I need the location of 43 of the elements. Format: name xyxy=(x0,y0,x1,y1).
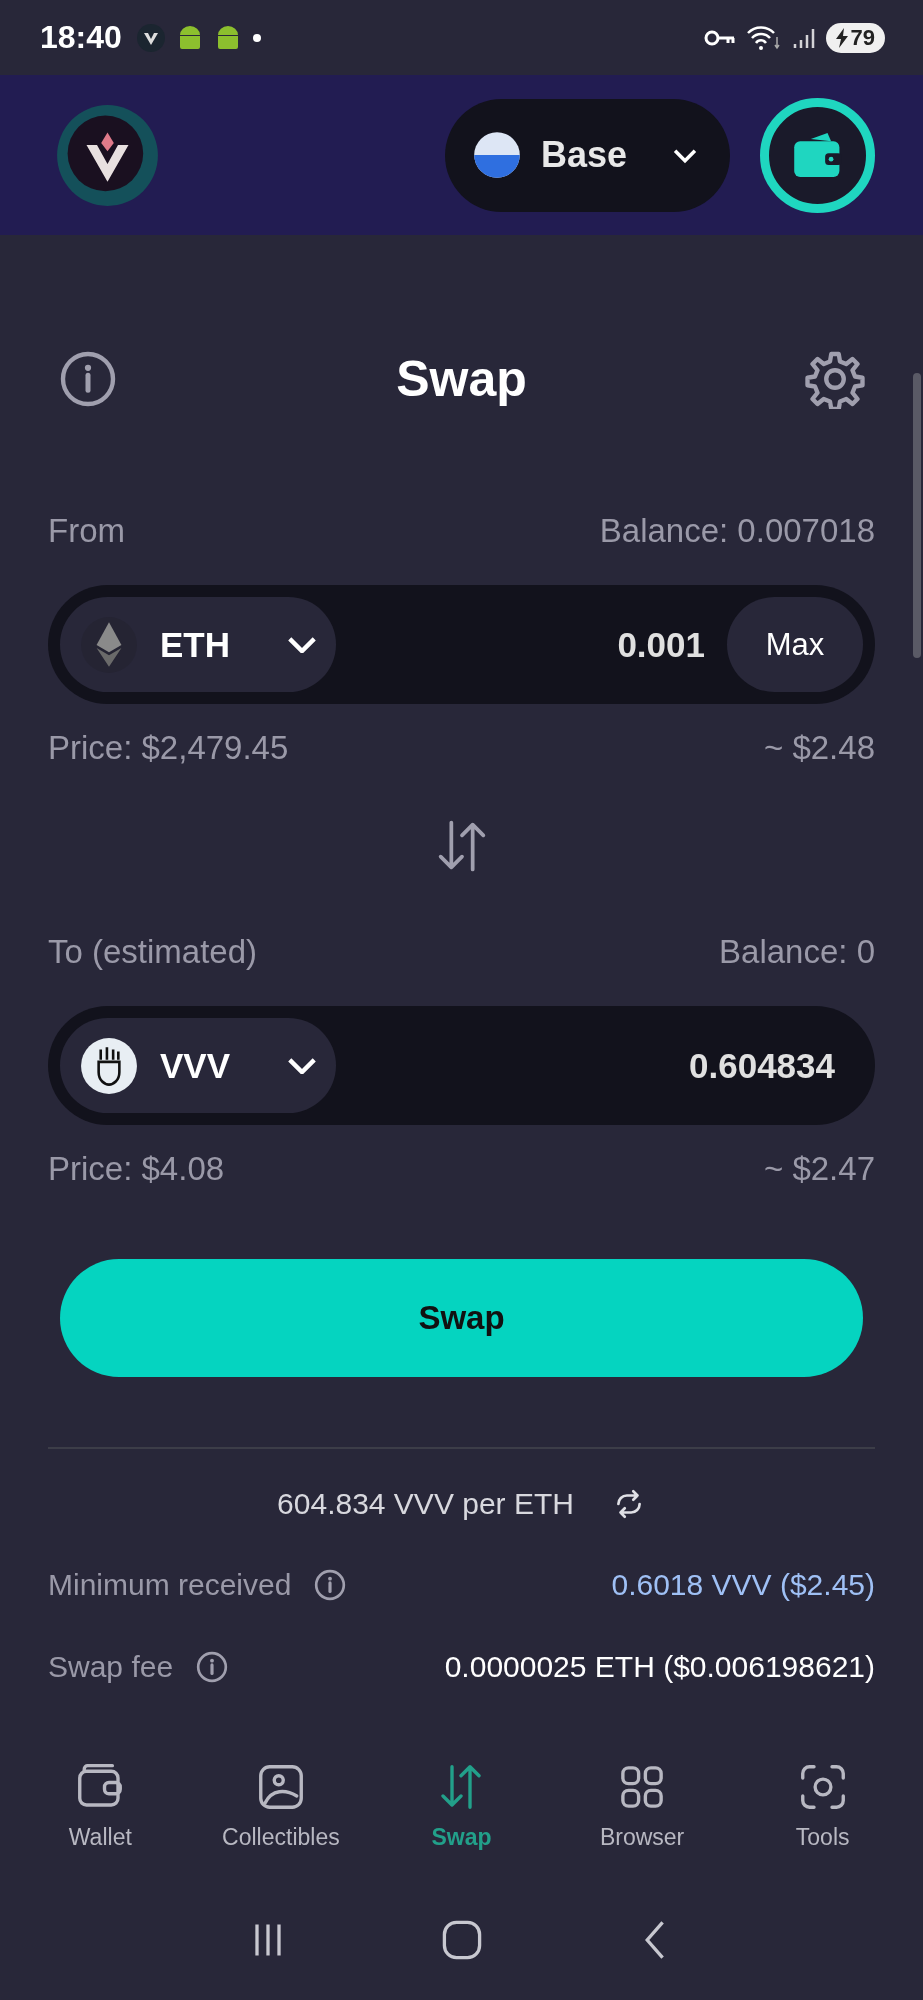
balance-text: Balance: 0 xyxy=(719,933,875,971)
network-selector[interactable]: Base xyxy=(445,98,730,212)
nav-tab[interactable]: Browser xyxy=(557,1760,728,1880)
detail-value: 0.6018 VVV ($2.45) xyxy=(611,1568,875,1602)
charging-icon xyxy=(835,27,848,48)
usd-value: ~ $2.47 xyxy=(763,1150,875,1188)
max-button[interactable]: Max xyxy=(727,597,863,692)
nav-tab[interactable]: Tools xyxy=(737,1760,908,1880)
exchange-rate: 604.834 VVV per ETH xyxy=(277,1487,574,1521)
amount-input[interactable]: VVV 0.604834 xyxy=(48,1006,875,1125)
token-selector[interactable]: ETH xyxy=(60,597,336,692)
token-selector[interactable]: VVV xyxy=(60,1018,336,1113)
info-icon[interactable] xyxy=(313,1568,348,1602)
page-title: Swap xyxy=(396,350,527,408)
amount-value: 0.001 xyxy=(616,624,706,665)
info-icon[interactable] xyxy=(195,1650,230,1684)
price-text: Price: $2,479.45 xyxy=(48,729,289,767)
wallet-icon xyxy=(793,133,842,177)
settings-icon[interactable] xyxy=(805,349,865,409)
ethereum-icon xyxy=(80,615,138,674)
section-label: To (estimated) xyxy=(48,933,258,971)
chevron-down-icon xyxy=(288,636,316,653)
base-network-icon xyxy=(473,131,521,179)
price-text: Price: $4.08 xyxy=(48,1150,225,1188)
battery-indicator: 79 xyxy=(825,22,885,53)
usd-value: ~ $2.48 xyxy=(763,729,875,767)
balance-text: Balance: 0.007018 xyxy=(599,512,875,550)
chevron-down-icon xyxy=(288,1057,316,1074)
nav-tab[interactable]: Swap xyxy=(376,1760,547,1880)
nav-tab[interactable]: Wallet xyxy=(15,1760,186,1880)
amount-input[interactable]: ETH 0.001 Max xyxy=(48,585,875,704)
section-label: From xyxy=(48,512,125,550)
detail-value: 0.0000025 ETH ($0.006198621) xyxy=(444,1650,875,1684)
status-time: 18:40 xyxy=(40,19,122,56)
swap-button[interactable]: Swap xyxy=(60,1259,863,1377)
detail-label: Minimum received xyxy=(48,1568,292,1602)
info-icon[interactable] xyxy=(58,349,118,409)
logo-icon xyxy=(55,102,160,208)
nav-tab[interactable]: Collectibles xyxy=(195,1760,366,1880)
detail-label: Swap fee xyxy=(48,1650,174,1684)
app-logo-icon xyxy=(135,22,166,53)
amount-value: 0.604834 xyxy=(688,1045,836,1086)
dot-icon xyxy=(251,32,262,43)
